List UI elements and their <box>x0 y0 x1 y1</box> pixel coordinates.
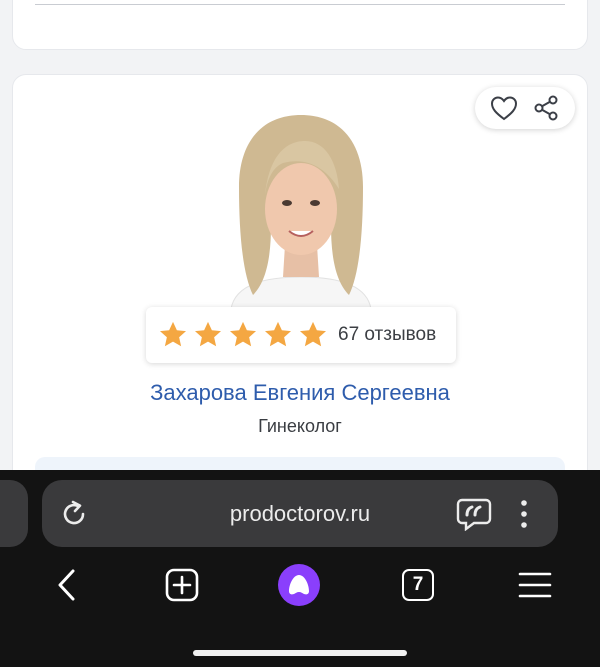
chevron-left-icon <box>58 569 75 601</box>
plus-square-icon <box>165 568 199 602</box>
tabs-button[interactable]: 7 <box>398 562 438 608</box>
star-icon <box>195 321 221 347</box>
back-button[interactable] <box>46 562 86 608</box>
new-tab-button[interactable] <box>162 562 202 608</box>
star-icon <box>300 321 326 347</box>
address-bar[interactable]: prodoctorov.ru <box>42 480 558 547</box>
divider <box>35 4 565 5</box>
star-icon <box>160 321 186 347</box>
menu-button[interactable] <box>514 562 556 608</box>
card-actions <box>475 87 575 129</box>
star-icon <box>230 321 256 347</box>
heart-icon <box>490 96 518 121</box>
quote-bubble-icon[interactable] <box>456 497 492 531</box>
favorite-button[interactable] <box>487 91 521 125</box>
previous-tab-pill[interactable] <box>0 480 28 547</box>
rating-stars <box>158 320 328 350</box>
doctor-card: 67 отзывов Захарова Евгения Сергеевна Ги… <box>12 74 588 534</box>
doctor-specialty: Гинеколог <box>258 416 342 436</box>
more-vertical-icon[interactable] <box>512 497 536 531</box>
previous-card <box>12 0 588 50</box>
bottom-navigation: 7 <box>0 562 600 612</box>
doctor-photo <box>230 115 372 309</box>
alice-button[interactable] <box>276 562 322 608</box>
rating-box[interactable]: 67 отзывов <box>146 307 456 363</box>
reviews-count[interactable]: 67 отзывов <box>338 324 436 346</box>
doctor-name[interactable]: Захарова Евгения Сергеевна <box>13 380 587 406</box>
tab-count: 7 <box>402 569 434 601</box>
hamburger-icon <box>518 572 552 598</box>
alice-icon <box>278 564 320 606</box>
share-icon <box>534 95 558 121</box>
browser-toolbar: prodoctorov.ru 7 <box>0 470 600 667</box>
home-indicator[interactable] <box>193 650 407 656</box>
star-icon <box>265 321 291 347</box>
share-button[interactable] <box>529 91 563 125</box>
